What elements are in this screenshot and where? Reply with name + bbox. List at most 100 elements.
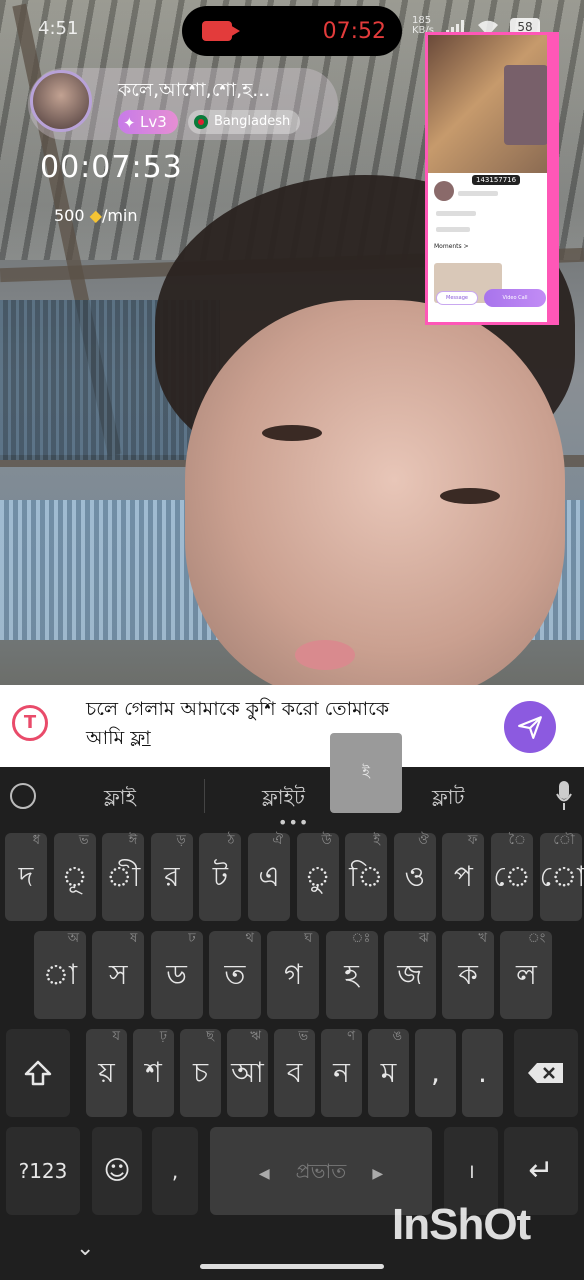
shift-key[interactable] bbox=[6, 1029, 70, 1117]
message-input-row: T চলে গেলাম আমাকে কুশি করো তোমাকে আমি ফ্… bbox=[0, 685, 584, 767]
key-r2-3[interactable]: তথ bbox=[208, 931, 261, 1019]
key-label: শ bbox=[145, 1056, 162, 1089]
key-r3-1[interactable]: শ ঢ় bbox=[133, 1029, 174, 1117]
shift-icon bbox=[24, 1060, 52, 1086]
video-camera-icon bbox=[202, 21, 240, 41]
key-hint: ঐ bbox=[272, 833, 283, 848]
key-hint: ঝ bbox=[418, 931, 429, 946]
send-button[interactable] bbox=[504, 701, 556, 753]
hide-keyboard-chevron-icon[interactable]: ⌄ bbox=[76, 1236, 94, 1261]
level-badge: ✦ Lv3 bbox=[118, 110, 178, 134]
key-r3-2[interactable]: চছ bbox=[180, 1029, 221, 1117]
caller-avatar[interactable] bbox=[30, 70, 92, 132]
key-r2-2[interactable]: ডঢ bbox=[150, 931, 203, 1019]
emoji-key[interactable]: ☺ bbox=[92, 1127, 142, 1215]
comma-key[interactable]: , bbox=[152, 1127, 198, 1215]
key-r3-7[interactable]: , bbox=[415, 1029, 456, 1117]
key-r2-7[interactable]: কখ bbox=[442, 931, 495, 1019]
send-icon bbox=[518, 716, 542, 739]
key-8[interactable]: ওঔ bbox=[393, 833, 436, 921]
key-hint: ঢ bbox=[188, 931, 196, 946]
key-r2-8[interactable]: লং bbox=[500, 931, 553, 1019]
key-0[interactable]: দধ bbox=[5, 833, 47, 921]
key-label: আ bbox=[231, 1056, 264, 1089]
key-hint: ঈ bbox=[128, 833, 138, 848]
key-r3-5[interactable]: নণ bbox=[321, 1029, 362, 1117]
message-input[interactable]: চলে গেলাম আমাকে কুশি করো তোমাকে আমি ফ্লা bbox=[86, 695, 466, 753]
key-label: , bbox=[171, 1159, 179, 1183]
key-r3-4[interactable]: বভ bbox=[274, 1029, 315, 1117]
key-label: ও bbox=[404, 860, 426, 893]
space-label: প্রভাত bbox=[295, 1159, 347, 1183]
suggestion-2[interactable]: ফ্লাইট bbox=[262, 783, 305, 816]
key-6[interactable]: ু উ bbox=[296, 833, 339, 921]
key-r2-0[interactable]: া অ bbox=[34, 931, 86, 1019]
key-label: . bbox=[478, 1056, 487, 1089]
key-label: । bbox=[467, 1159, 475, 1183]
microphone-icon[interactable] bbox=[556, 781, 572, 811]
suggestion-1[interactable]: ফ্লাই bbox=[104, 783, 136, 816]
bolt-icon: ✦ bbox=[123, 114, 136, 132]
backspace-key[interactable] bbox=[514, 1029, 578, 1117]
key-9[interactable]: পফ bbox=[442, 833, 485, 921]
key-1[interactable]: ূ ভ bbox=[53, 833, 96, 921]
key-3[interactable]: র ড় bbox=[150, 833, 193, 921]
suggestion-divider bbox=[204, 779, 205, 813]
suggestion-3[interactable]: ফ্লাট bbox=[432, 783, 464, 816]
key-hint: ঋ bbox=[250, 1029, 261, 1044]
key-r3-6[interactable]: মঙ bbox=[368, 1029, 409, 1117]
pip-moments-label: Moments > bbox=[434, 243, 469, 250]
key-label: জ bbox=[397, 958, 423, 991]
more-suggestions-icon[interactable]: ••• bbox=[278, 813, 309, 832]
key-10[interactable]: েৈ bbox=[491, 833, 533, 921]
person-eye bbox=[440, 488, 500, 504]
translate-icon[interactable]: T bbox=[12, 705, 48, 741]
key-r2-5[interactable]: হঃ bbox=[325, 931, 378, 1019]
key-r2-1[interactable]: সষ bbox=[92, 931, 145, 1019]
home-indicator[interactable] bbox=[200, 1264, 384, 1269]
call-pill[interactable]: 07:52 bbox=[182, 6, 402, 56]
self-preview-window[interactable]: 143157716 Moments > Message Video Call bbox=[425, 32, 559, 325]
key-2[interactable]: ী ঈ bbox=[102, 833, 145, 921]
caller-name: কলে,আশো,শো,হ... bbox=[118, 79, 271, 101]
key-label: ী bbox=[106, 860, 141, 893]
key-hint: ছ bbox=[206, 1029, 214, 1044]
key-5[interactable]: এঐ bbox=[248, 833, 290, 921]
key-hint: ঙ bbox=[392, 1029, 402, 1044]
key-r3-8[interactable]: . bbox=[462, 1029, 503, 1117]
key-r3-3[interactable]: আঋ bbox=[227, 1029, 268, 1117]
key-label: ক bbox=[458, 958, 478, 991]
key-label: দ bbox=[18, 860, 34, 893]
key-label: ু bbox=[304, 860, 331, 893]
key-r3-0[interactable]: য় য bbox=[86, 1029, 127, 1117]
pip-video-call-button: Video Call bbox=[484, 289, 546, 307]
key-hint: ৌ bbox=[553, 833, 575, 848]
key-label: প bbox=[453, 860, 473, 893]
key-hint: ঠ bbox=[227, 833, 235, 848]
suggestion-bar: ফ্লাই ফ্লাইট ফ্লাট ••• bbox=[0, 767, 584, 832]
key-label: ি bbox=[349, 860, 384, 893]
key-hint: ণ bbox=[347, 1029, 355, 1044]
key-label: হ bbox=[344, 958, 359, 991]
numbers-key[interactable]: ?123 bbox=[6, 1127, 80, 1215]
key-label: ?123 bbox=[18, 1159, 68, 1183]
key-hint: উ bbox=[321, 833, 332, 848]
key-hint: ভ bbox=[298, 1029, 308, 1044]
key-r2-6[interactable]: জঝ bbox=[383, 931, 436, 1019]
key-label: র bbox=[164, 860, 180, 893]
enter-icon: ↵ bbox=[528, 1153, 554, 1188]
key-7[interactable]: ি ই bbox=[345, 833, 388, 921]
arrow-right-icon: ▶ bbox=[372, 1166, 384, 1182]
key-11[interactable]: োৌ bbox=[539, 833, 584, 921]
person-face bbox=[185, 300, 565, 685]
message-line-2-prefix: আমি bbox=[86, 727, 131, 749]
composing-text: ফ্লা bbox=[130, 727, 151, 749]
key-4[interactable]: টঠ bbox=[199, 833, 242, 921]
country-label: Bangladesh bbox=[214, 114, 291, 129]
key-label: চ bbox=[192, 1056, 209, 1089]
key-hint: ফ bbox=[467, 833, 478, 848]
key-hint: ঘ bbox=[304, 931, 313, 946]
key-r2-4[interactable]: গঘ bbox=[267, 931, 320, 1019]
clipboard-icon[interactable] bbox=[10, 783, 36, 809]
key-label: স bbox=[109, 958, 128, 991]
